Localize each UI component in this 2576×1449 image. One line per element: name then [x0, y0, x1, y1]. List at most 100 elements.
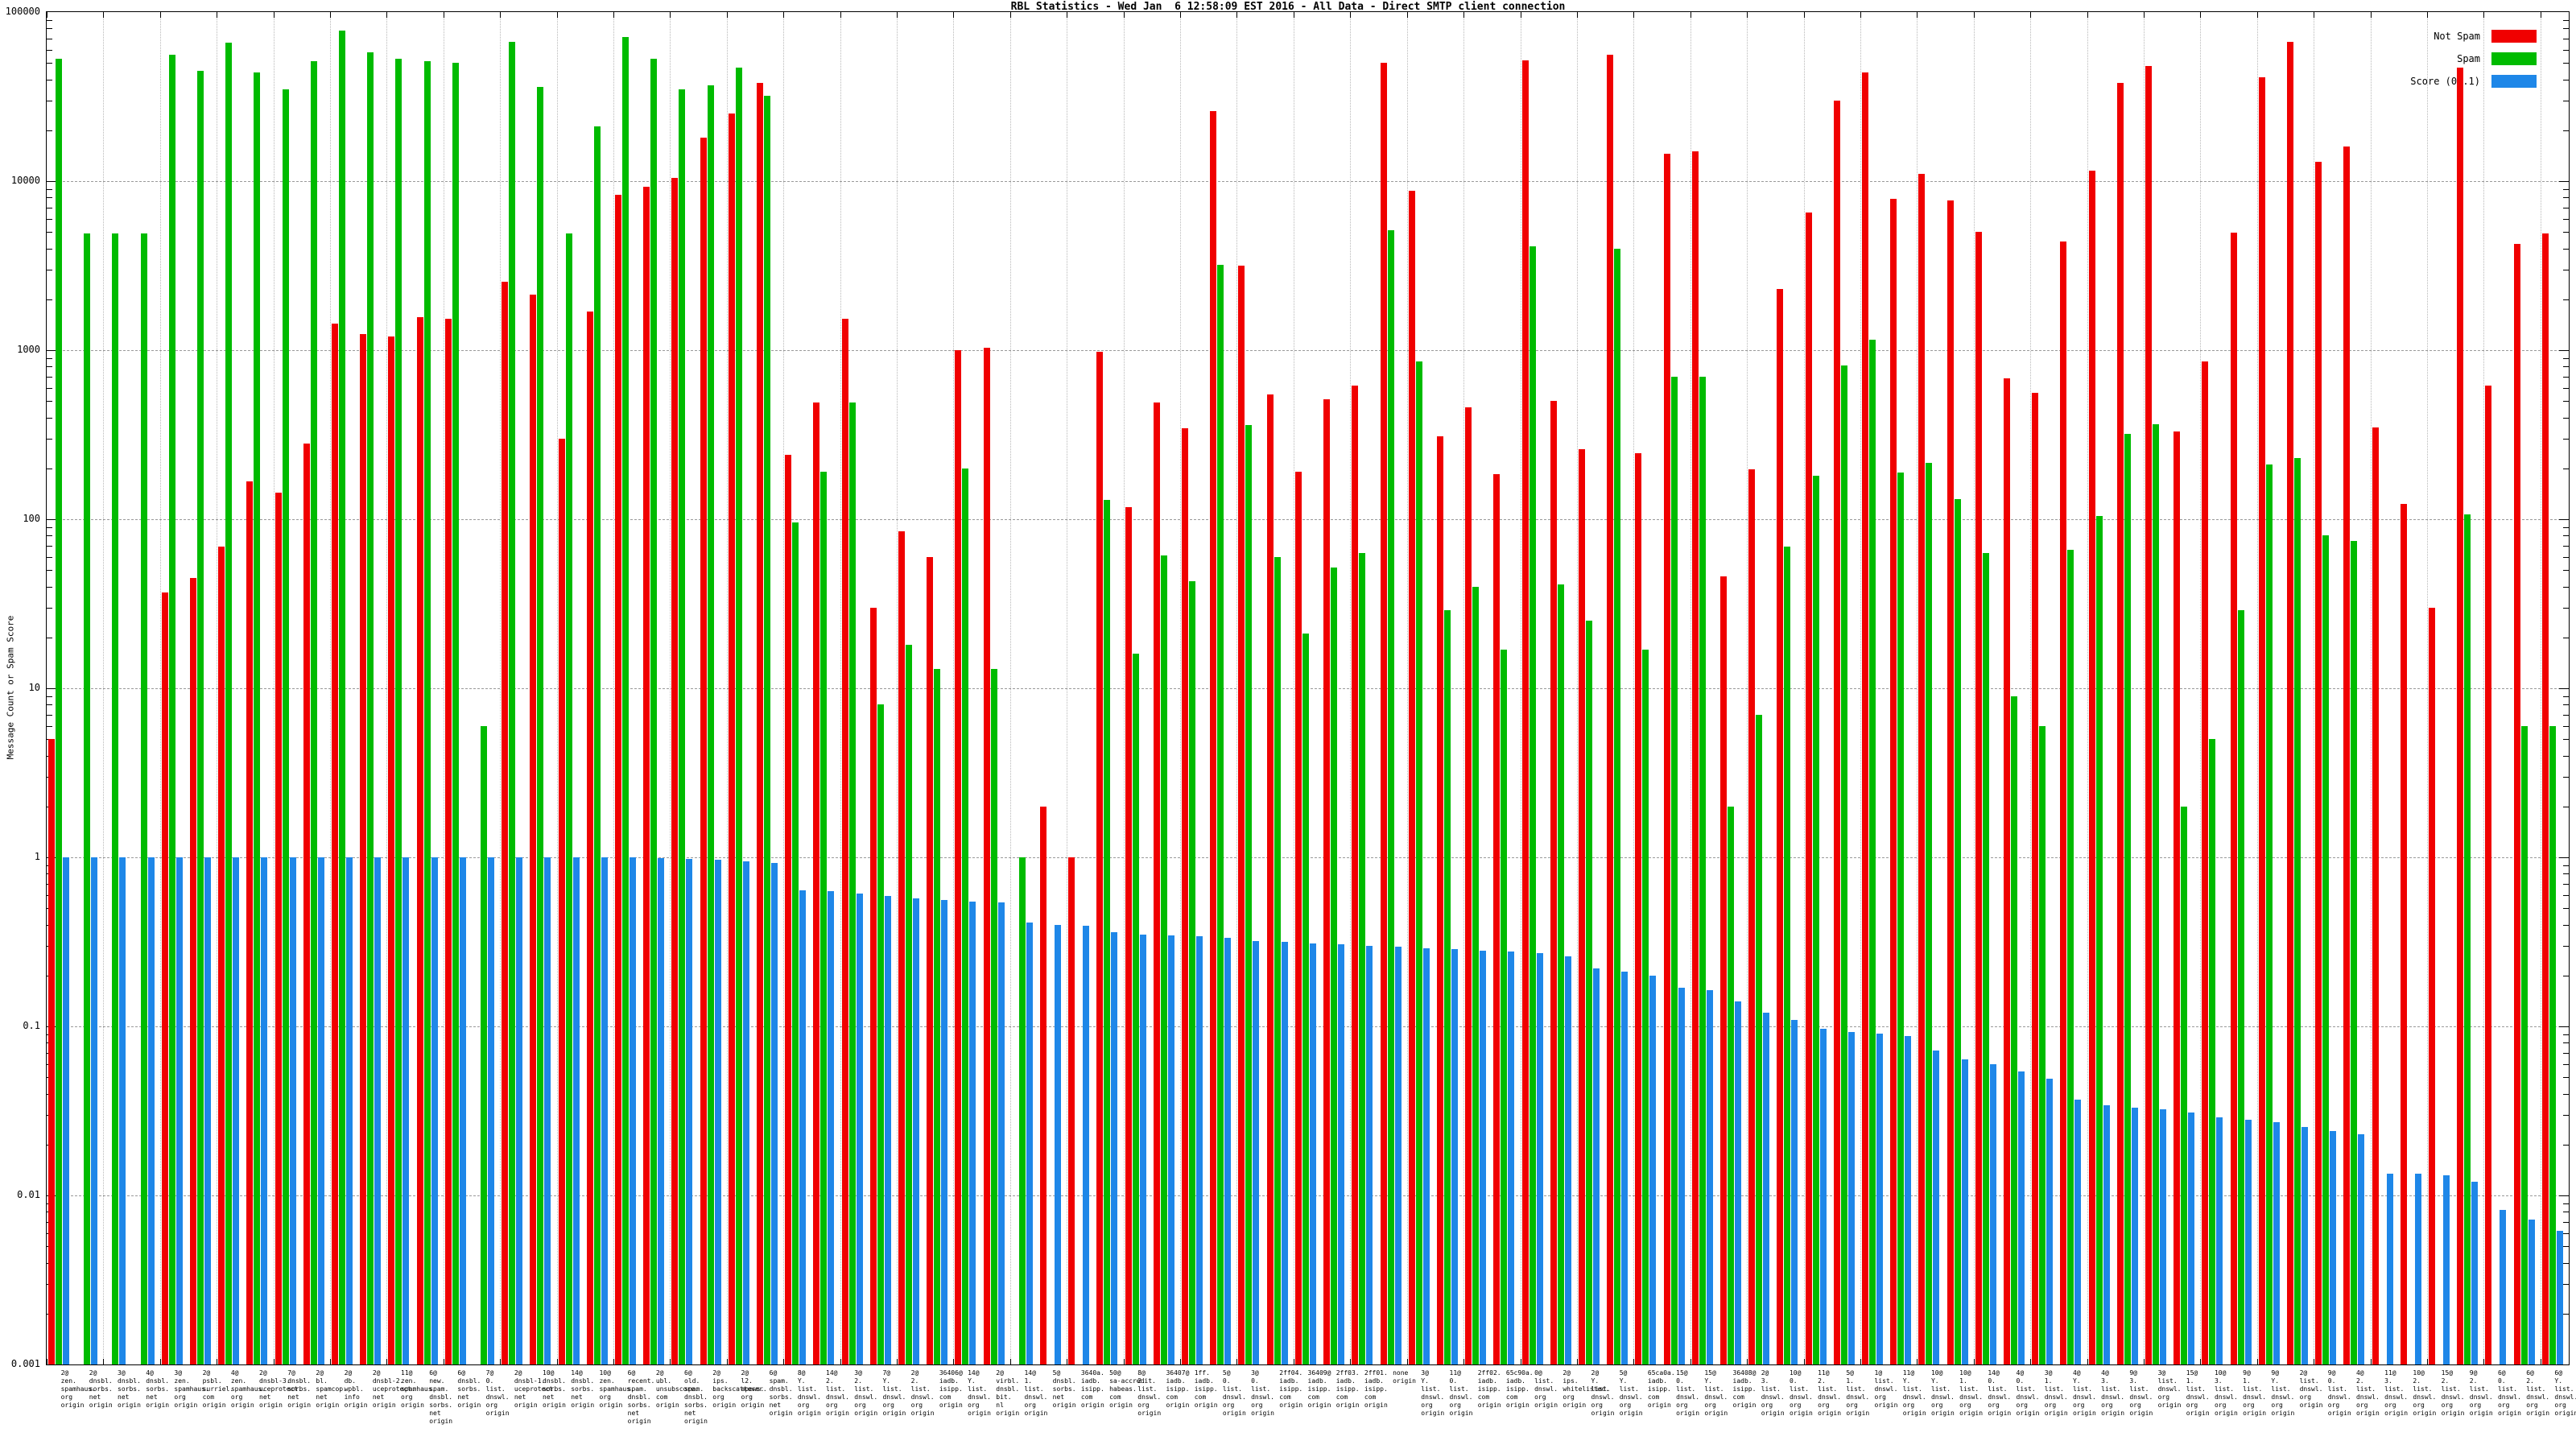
bar-score	[2017, 1071, 2025, 1364]
legend-swatch	[2491, 75, 2537, 88]
x-tick-bottom	[1860, 1359, 1861, 1364]
bar-score	[1508, 952, 1515, 1364]
x-tick-top	[1690, 12, 1691, 18]
bar-score	[2442, 1174, 2450, 1364]
bar-not-spam	[841, 318, 848, 1364]
bar-spam	[2152, 423, 2159, 1364]
y-minortick-left	[47, 218, 52, 220]
bar-not-spam	[2286, 41, 2293, 1364]
bar-score	[2074, 1099, 2082, 1364]
bar-score	[969, 901, 976, 1364]
bar-score	[1763, 1013, 1770, 1364]
y-minortick-right	[2563, 130, 2569, 131]
bar-score	[2131, 1108, 2138, 1364]
x-tick-top	[613, 12, 614, 18]
legend-label: Not Spam	[2434, 31, 2480, 42]
bar-not-spam	[2174, 431, 2181, 1364]
x-tick-bottom	[1747, 1359, 1748, 1364]
x-tick-bottom	[386, 1359, 387, 1364]
bar-not-spam	[1096, 351, 1104, 1364]
bar-not-spam	[2343, 147, 2351, 1364]
bar-score	[1055, 924, 1062, 1364]
x-tick-bottom	[2427, 1359, 2428, 1364]
x-tick-bottom	[953, 1359, 954, 1364]
y-minortick-right	[2563, 438, 2569, 440]
bar-spam	[2209, 739, 2216, 1364]
bar-not-spam	[615, 194, 622, 1364]
bar-spam	[707, 85, 714, 1364]
bar-spam	[481, 725, 488, 1364]
bar-spam	[2010, 696, 2017, 1364]
x-tick-bottom	[2483, 1359, 2484, 1364]
bar-score	[119, 857, 126, 1364]
bar-spam	[1954, 498, 1961, 1364]
y-minortick-left	[47, 417, 52, 419]
y-minortick-left	[47, 526, 52, 528]
bar-score	[1026, 923, 1033, 1364]
y-minortick-left	[47, 130, 52, 131]
y-tick-label: 0.01	[17, 1189, 40, 1200]
y-minortick-right	[2563, 1313, 2569, 1315]
bar-spam	[1160, 555, 1167, 1364]
bar-spam	[1784, 546, 1791, 1364]
bar-not-spam	[1068, 857, 1075, 1364]
bar-not-spam	[502, 281, 509, 1364]
y-minortick-right	[2563, 1246, 2569, 1248]
bar-score	[63, 857, 69, 1364]
bar-spam	[1501, 649, 1508, 1364]
bar-score	[2273, 1122, 2280, 1364]
y-tick-right	[2559, 1026, 2569, 1027]
x-tick-top	[330, 12, 331, 18]
bar-not-spam	[1918, 174, 1926, 1364]
bar-spam	[2095, 515, 2103, 1364]
x-tick-top	[1463, 12, 1464, 18]
bar-score	[1564, 956, 1571, 1364]
bar-score	[2046, 1079, 2054, 1364]
bar-score	[1876, 1033, 1883, 1364]
bar-score	[1480, 951, 1487, 1364]
x-tick-top	[2200, 12, 2201, 18]
y-minortick-right	[2563, 28, 2569, 30]
bar-not-spam	[1777, 289, 1784, 1364]
bar-score	[1961, 1059, 1968, 1364]
bar-spam	[1642, 649, 1649, 1364]
legend-swatch	[2491, 30, 2537, 43]
y-minortick-right	[2563, 1144, 2569, 1146]
bar-not-spam	[1550, 401, 1557, 1364]
bar-score	[1139, 934, 1146, 1364]
y-minortick-right	[2563, 545, 2569, 547]
x-tick-top	[500, 12, 501, 18]
y-minortick-right	[2563, 570, 2569, 572]
bar-score	[658, 857, 665, 1364]
v-gridline	[613, 12, 614, 1364]
bar-not-spam	[1380, 63, 1387, 1364]
bar-score	[2414, 1173, 2421, 1364]
y-minortick-left	[47, 299, 52, 300]
bar-spam	[1189, 580, 1196, 1364]
y-minortick-right	[2563, 776, 2569, 778]
x-tick-bottom	[670, 1359, 671, 1364]
bar-spam	[310, 61, 317, 1364]
bar-score	[261, 857, 268, 1364]
bar-not-spam	[2513, 244, 2520, 1364]
bar-not-spam	[2088, 171, 2095, 1364]
bar-spam	[2351, 541, 2358, 1364]
y-minortick-right	[2563, 1232, 2569, 1234]
bar-score	[1734, 1001, 1741, 1364]
bar-not-spam	[728, 114, 735, 1364]
y-minortick-right	[2563, 357, 2569, 359]
bar-spam	[565, 233, 572, 1364]
y-minortick-right	[2563, 739, 2569, 741]
bar-not-spam	[643, 186, 650, 1364]
y-minortick-left	[47, 725, 52, 727]
y-minortick-right	[2563, 755, 2569, 757]
v-gridline	[2030, 12, 2031, 1364]
bar-not-spam	[1238, 266, 1245, 1364]
x-tick-top	[1180, 12, 1181, 18]
y-minortick-left	[47, 586, 52, 588]
bar-score	[1338, 944, 1345, 1364]
bar-not-spam	[2230, 233, 2237, 1364]
y-minortick-right	[2563, 376, 2569, 378]
y-minortick-left	[47, 704, 52, 706]
v-gridline	[1350, 12, 1351, 1364]
